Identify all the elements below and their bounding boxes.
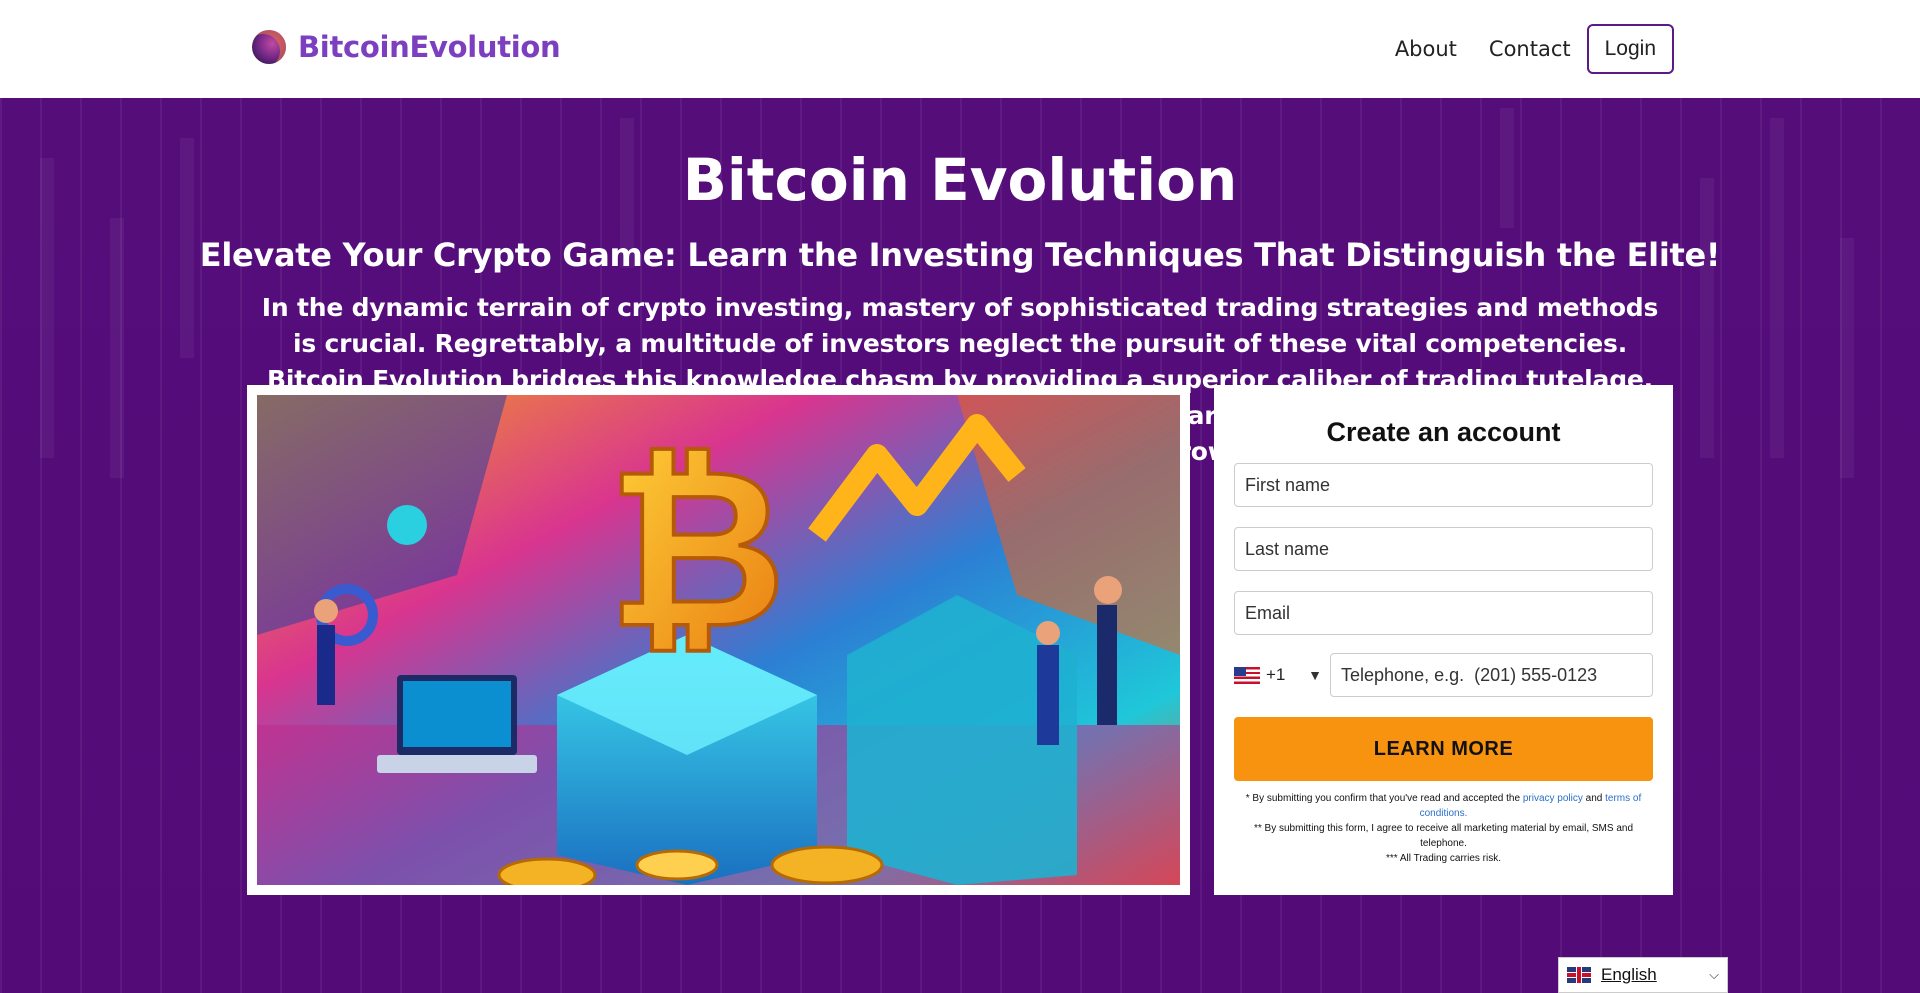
us-flag-icon: [1234, 666, 1260, 684]
dropdown-arrow-icon: ▼: [1308, 667, 1322, 683]
disclaimer-line-1: * By submitting you confirm that you've …: [1240, 791, 1647, 821]
hero-image-frame: ₿: [247, 385, 1190, 895]
site-header: BitcoinEvolution About Contact Login: [0, 0, 1920, 98]
language-selector[interactable]: English ⌵: [1558, 957, 1728, 993]
disclaimer-line-2: ** By submitting this form, I agree to r…: [1253, 823, 1634, 849]
uk-flag-icon: [1567, 967, 1591, 983]
login-button[interactable]: Login: [1586, 24, 1674, 74]
logo[interactable]: BitcoinEvolution: [252, 30, 561, 64]
signup-form: Create an account +1 ▼ LEARN MORE * By s…: [1214, 385, 1673, 895]
last-name-input[interactable]: [1234, 527, 1653, 571]
language-label: English: [1601, 965, 1657, 984]
form-title: Create an account: [1326, 417, 1561, 447]
first-name-input[interactable]: [1234, 463, 1653, 507]
disclaimer-and: and: [1585, 793, 1603, 804]
privacy-policy-link[interactable]: privacy policy: [1523, 793, 1583, 804]
disclaimer-text: * By submitting you confirm that you've …: [1245, 793, 1521, 804]
crypto-illustration: ₿: [257, 395, 1180, 885]
hero-subtitle: Elevate Your Crypto Game: Learn the Inve…: [199, 236, 1721, 274]
svg-text:₿: ₿: [607, 421, 786, 677]
email-input[interactable]: [1234, 591, 1653, 635]
logo-text: BitcoinEvolution: [298, 30, 561, 64]
logo-icon: [252, 30, 286, 64]
main-nav: About Contact Login: [1363, 24, 1674, 74]
country-code-select[interactable]: +1 ▼: [1234, 665, 1330, 685]
form-disclaimer: * By submitting you confirm that you've …: [1234, 791, 1653, 866]
nav-contact[interactable]: Contact: [1489, 37, 1571, 61]
phone-row: +1 ▼: [1234, 653, 1653, 697]
hero-title: Bitcoin Evolution: [682, 146, 1238, 214]
country-code-value: +1: [1266, 665, 1286, 684]
learn-more-button[interactable]: LEARN MORE: [1234, 717, 1653, 781]
disclaimer-line-3: *** All Trading carries risk.: [1385, 853, 1502, 864]
chevron-down-icon: ⌵: [1709, 967, 1719, 983]
nav-about[interactable]: About: [1395, 37, 1457, 61]
phone-input[interactable]: [1330, 653, 1653, 697]
